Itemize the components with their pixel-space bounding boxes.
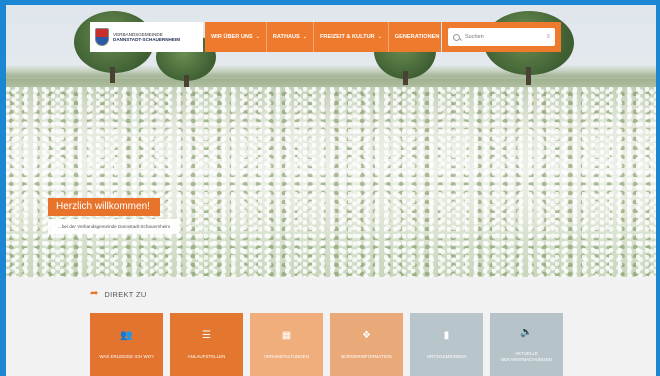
calendar-icon: ▦ (281, 330, 292, 341)
share-arrow-icon: ➦ (90, 288, 99, 299)
tile-buergerinformation[interactable]: ❖ BÜRGERINFORMATION (330, 313, 403, 376)
nav-item-label: RATHAUS (272, 34, 300, 40)
bookmark-icon: ▮ (443, 330, 450, 341)
search-box: ≡ (448, 28, 555, 46)
chevron-down-icon: ⌄ (255, 34, 260, 40)
search-icon[interactable] (453, 33, 460, 41)
tile-label: VERANSTALTUNGEN (263, 354, 310, 359)
tile-label: ANLAUFSTELLEN (187, 354, 226, 359)
main-nav: WIR ÜBER UNS ⌄ RATHAUS ⌄ FREIZEIT & KULT… (205, 22, 447, 52)
tile-label: ORTSGEMEINDEN (426, 354, 467, 359)
nav-item-freizeit-kultur[interactable]: FREIZEIT & KULTUR ⌄ (314, 22, 389, 52)
direkt-zu-label: DIREKT ZU (104, 289, 147, 299)
handshake-icon: ❖ (362, 330, 371, 341)
logo-line2: Dannstadt-Schauernheim (113, 37, 181, 42)
menu-icon[interactable]: ≡ (546, 34, 550, 40)
list-icon: ☰ (202, 330, 211, 341)
tile-label: AKTUELLE BEKANNTMACHUNGEN (501, 351, 552, 362)
chevron-down-icon: ⌄ (302, 34, 307, 40)
page-frame: Verbandsgemeinde Dannstadt-Schauernheim … (6, 5, 656, 376)
tree-trunk (403, 71, 408, 85)
welcome-title: Herzlich willkommen! (48, 198, 160, 216)
search-bar: ≡ (442, 22, 561, 52)
tile-label: BÜRGERINFORMATION (341, 354, 392, 359)
tile-aktuelle-bekanntmachungen[interactable]: 🔊 AKTUELLE BEKANNTMACHUNGEN (490, 313, 563, 376)
nav-item-label: GENERATIONEN (394, 34, 440, 40)
tree-trunk (184, 75, 189, 87)
tile-anlaufstellen[interactable]: ☰ ANLAUFSTELLEN (170, 313, 243, 376)
direkt-zu-heading: ➦ DIREKT ZU (90, 289, 147, 299)
site-logo[interactable]: Verbandsgemeinde Dannstadt-Schauernheim (90, 22, 203, 52)
tile-label: WAS ERLEDIGE ICH WO? (99, 354, 154, 359)
tree-trunk (526, 67, 531, 85)
hero-image: Verbandsgemeinde Dannstadt-Schauernheim … (6, 5, 656, 277)
nav-item-label: WIR ÜBER UNS (211, 34, 253, 40)
search-input[interactable] (465, 34, 535, 40)
speaker-icon: 🔊 (520, 327, 533, 338)
users-icon: 👥 (120, 330, 133, 341)
quicklink-tiles: 👥 WAS ERLEDIGE ICH WO? ☰ ANLAUFSTELLEN ▦… (90, 313, 563, 376)
chevron-down-icon: ⌄ (377, 34, 382, 40)
coat-of-arms-icon (95, 28, 109, 46)
tile-veranstaltungen[interactable]: ▦ VERANSTALTUNGEN (250, 313, 323, 376)
tile-was-erledige-ich-wo[interactable]: 👥 WAS ERLEDIGE ICH WO? (90, 313, 163, 376)
flower-field (6, 87, 656, 277)
tile-ortsgemeinden[interactable]: ▮ ORTSGEMEINDEN (410, 313, 483, 376)
welcome-subtitle: ...bei der Verbandsgemeinde Dannstadt-Sc… (48, 219, 180, 234)
nav-item-wir-ueber-uns[interactable]: WIR ÜBER UNS ⌄ (205, 22, 267, 52)
tree-trunk (110, 67, 115, 83)
nav-item-label: FREIZEIT & KULTUR (320, 34, 375, 40)
nav-item-rathaus[interactable]: RATHAUS ⌄ (267, 22, 314, 52)
